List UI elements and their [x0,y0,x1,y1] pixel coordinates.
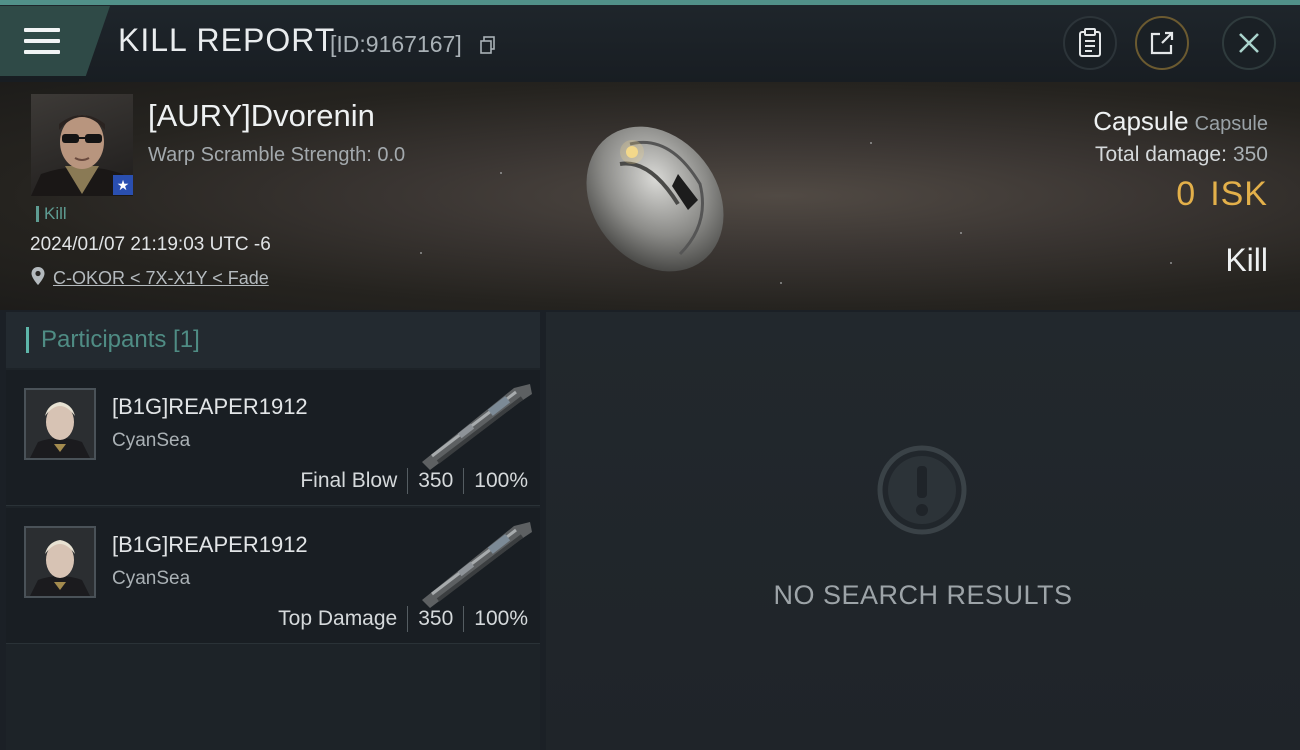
participant-row[interactable]: [B1G]REAPER1912 CyanSea Final Blow 350 1… [6,370,540,506]
menu-icon [24,28,60,54]
results-panel: NO SEARCH RESULTS [546,312,1300,750]
ship-class: Capsule [1194,113,1268,135]
divider [407,468,409,494]
ship-name: Capsule [1093,106,1189,136]
no-results-message: NO SEARCH RESULTS [773,580,1073,610]
isk-unit: ISK [1210,175,1268,213]
close-button[interactable] [1222,16,1276,70]
header-accent [26,327,29,353]
participants-header[interactable]: Participants [1] [6,312,540,368]
clipboard-button[interactable] [1063,16,1117,70]
exclamation-icon [877,445,967,535]
participant-avatar[interactable] [24,526,96,598]
warp-scramble-strength: Warp Scramble Strength: 0.0 [148,144,406,166]
share-button[interactable] [1135,16,1189,70]
participant-stats: Final Blow 350 100% [300,468,528,494]
report-id: [ID:9167167] [330,31,462,57]
victim-name[interactable]: [AURY]Dvorenin [148,98,375,134]
copy-icon[interactable] [480,36,496,54]
isk-amount: 0 [1176,175,1197,213]
participant-name[interactable]: [B1G]REAPER1912 [112,394,308,420]
participant-percent: 100% [474,607,528,630]
participant-row[interactable]: [B1G]REAPER1912 CyanSea Top Damage 350 1… [6,508,540,644]
page-title: KILL REPORT [118,22,336,58]
participant-stats: Top Damage 350 100% [278,606,528,632]
close-icon [1239,33,1259,53]
kill-datetime: 2024/01/07 21:19:03 UTC -6 [30,234,271,255]
participant-corp: CyanSea [112,430,191,451]
participant-corp: CyanSea [112,568,191,589]
location-link[interactable]: C-OKOR < 7X-X1Y < Fade [53,268,269,289]
participants-title: Participants [1] [41,326,200,353]
ship-summary: Capsule Capsule Total damage: 350 0 ISK [1093,106,1268,214]
participant-damage: 350 [418,607,454,630]
kill-tag: Kill [36,205,67,222]
header-bar: KILL REPORT [ID:9167167] [0,0,1300,82]
ship-image [586,126,724,272]
star-icon: ★ [113,175,133,195]
participant-damage: 350 [418,469,454,492]
divider [463,606,465,632]
clipboard-icon [1079,28,1101,57]
share-icon [1150,31,1174,55]
divider [463,468,465,494]
menu-button[interactable] [0,6,110,76]
total-damage: Total damage: 350 [1093,143,1268,167]
divider [407,606,409,632]
participant-name[interactable]: [B1G]REAPER1912 [112,532,308,558]
location-pin-icon [31,267,45,285]
isk-value: 0 ISK [1093,175,1268,214]
participant-avatar[interactable] [24,388,96,460]
participant-role: Top Damage [278,607,398,630]
header-accent-line [0,0,1300,5]
weapon-icon [422,522,532,608]
kill-result-label: Kill [1225,242,1268,278]
weapon-icon [422,384,532,470]
total-damage-label: Total damage: [1095,143,1227,166]
participant-percent: 100% [474,469,528,492]
total-damage-value: 350 [1232,143,1268,166]
participants-panel: Participants [1] [B1G]REAPER1912 CyanSea… [6,312,540,750]
participant-role: Final Blow [300,469,398,492]
victim-hero: ★ [AURY]Dvorenin Warp Scramble Strength:… [0,82,1300,310]
